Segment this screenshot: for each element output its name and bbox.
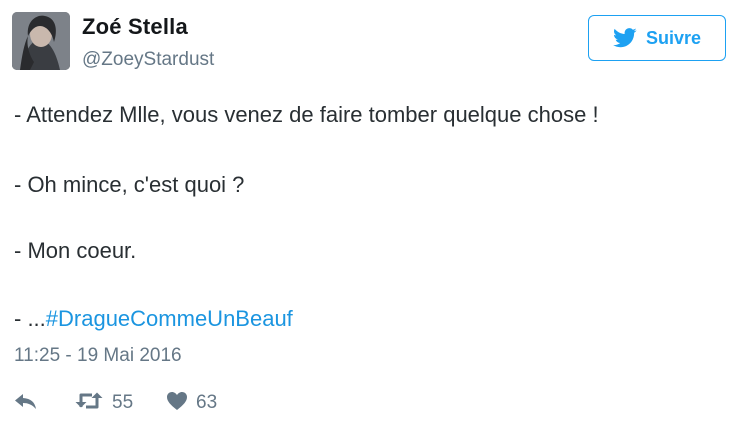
tweet-line-4: - ...#DragueCommeUnBeauf [14, 306, 293, 332]
tweet-card: Zoé Stella @ZoeyStardust Suivre - Attend… [0, 0, 740, 437]
tweet-line-1: - Attendez Mlle, vous venez de faire tom… [14, 102, 599, 127]
reply-button[interactable] [14, 391, 74, 416]
follow-button[interactable]: Suivre [588, 15, 726, 61]
tweet-line-4-prefix: - ... [14, 306, 46, 331]
timestamp[interactable]: 11:25 - 19 Mai 2016 [14, 345, 182, 367]
retweet-icon [74, 391, 104, 416]
retweet-count: 55 [112, 392, 134, 413]
like-button[interactable]: 63 [166, 391, 217, 416]
user-handle[interactable]: @ZoeyStardust [82, 49, 214, 71]
action-bar: 55 63 [14, 388, 217, 418]
reply-icon [14, 391, 38, 416]
twitter-bird-icon [612, 28, 637, 48]
follow-label: Suivre [645, 27, 702, 48]
display-name[interactable]: Zoé Stella [82, 14, 188, 40]
avatar[interactable] [12, 12, 70, 70]
tweet-line-3: - Mon coeur. [14, 238, 137, 263]
retweet-button[interactable]: 55 [74, 391, 166, 416]
like-count: 63 [196, 392, 218, 413]
heart-icon [166, 391, 188, 416]
hashtag-link[interactable]: #DragueCommeUnBeauf [46, 306, 293, 331]
tweet-line-2: - Oh mince, c'est quoi ? [14, 172, 245, 197]
